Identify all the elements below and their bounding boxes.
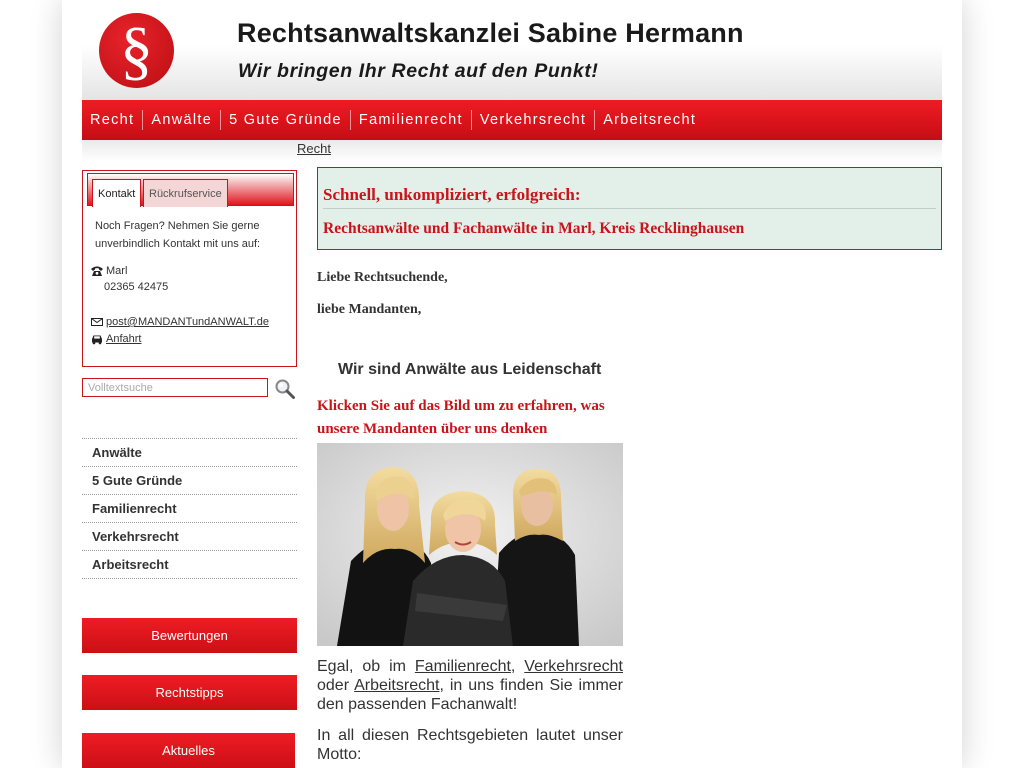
search-button[interactable]: [274, 378, 296, 400]
greeting-line-1: Liebe Rechtsuchende,: [317, 270, 448, 285]
breadcrumb[interactable]: Recht: [297, 141, 331, 156]
photo-click-hint: Klicken Sie auf das Bild um zu erfahren,…: [317, 398, 605, 437]
nav-item-familienrecht[interactable]: Familienrecht: [351, 110, 472, 130]
logo-glyph: §: [120, 14, 153, 87]
verkehrsrecht-link[interactable]: Verkehrsrecht: [524, 658, 623, 675]
reviews-button[interactable]: Bewertungen: [82, 618, 297, 653]
paragraph-logo[interactable]: §: [99, 13, 174, 88]
mail-icon: [90, 316, 104, 328]
site-title: Rechtsanwaltskanzlei Sabine Hermann: [237, 18, 744, 48]
hero-divider: [323, 208, 936, 209]
main-navigation: Recht Anwälte 5 Gute Gründe Familienrech…: [82, 100, 942, 140]
contact-email-row: post@MANDANTundANWALT.de: [90, 316, 269, 328]
intro-paragraph: Egal, ob im Familienrecht, Verkehrsrecht…: [317, 657, 623, 714]
familienrecht-link[interactable]: Familienrecht: [415, 658, 511, 675]
intro-text-part: ,: [510, 658, 525, 675]
nav-item-gute-gruende[interactable]: 5 Gute Gründe: [221, 110, 351, 130]
contact-directions-row: Anfahrt: [90, 333, 141, 345]
news-button[interactable]: Aktuelles: [82, 733, 295, 768]
hero-subtitle: Rechtsanwälte und Fachanwälte in Marl, K…: [323, 220, 745, 237]
sidebar-item-verkehrsrecht[interactable]: Verkehrsrecht: [82, 522, 297, 550]
section-heading: Wir sind Anwälte aus Leidenschaft: [338, 361, 602, 378]
nav-item-arbeitsrecht[interactable]: Arbeitsrecht: [595, 110, 704, 130]
hero-title: Schnell, unkompliziert, erfolgreich:: [323, 185, 581, 204]
phone-icon: [90, 265, 104, 277]
site-header: § Rechtsanwaltskanzlei Sabine Hermann Wi…: [82, 0, 942, 100]
legal-tips-button[interactable]: Rechtstipps: [82, 675, 297, 710]
intro-text-part: Egal, ob im: [317, 658, 415, 675]
motto-paragraph: In all diesen Rechtsgebieten lautet unse…: [317, 727, 623, 763]
search-icon: [275, 379, 295, 399]
sub-navigation-bar: [82, 140, 942, 162]
sidebar-item-familienrecht[interactable]: Familienrecht: [82, 494, 297, 522]
nav-item-verkehrsrecht[interactable]: Verkehrsrecht: [472, 110, 596, 130]
contact-city: Marl: [106, 265, 128, 277]
side-navigation: Anwälte 5 Gute Gründe Familienrecht Verk…: [82, 438, 297, 579]
sidebar-item-gute-gruende[interactable]: 5 Gute Gründe: [82, 466, 297, 494]
contact-phone-city-row: Marl: [90, 265, 127, 277]
arbeitsrecht-link[interactable]: Arbeitsrecht: [354, 677, 439, 694]
intro-text-part: oder: [317, 677, 355, 694]
tab-kontakt[interactable]: Kontakt: [92, 179, 142, 207]
contact-tabs: Kontakt Rückrufservice: [87, 173, 294, 207]
site-slogan: Wir bringen Ihr Recht auf den Punkt!: [238, 60, 599, 82]
contact-widget: Kontakt Rückrufservice Noch Fragen? Nehm…: [82, 170, 297, 367]
sidebar-item-arbeitsrecht[interactable]: Arbeitsrecht: [82, 550, 297, 579]
contact-phone-number: 02365 42475: [104, 281, 169, 293]
nav-item-anwaelte[interactable]: Anwälte: [143, 110, 222, 130]
search-input[interactable]: [82, 378, 268, 397]
contact-intro: Noch Fragen? Nehmen Sie gerne unverbindl…: [95, 220, 261, 250]
hero-banner: Schnell, unkompliziert, erfolgreich: Rec…: [317, 167, 942, 250]
sidebar-item-anwaelte[interactable]: Anwälte: [82, 438, 297, 466]
team-photo[interactable]: [317, 443, 623, 646]
tab-rueckrufservice[interactable]: Rückrufservice: [143, 179, 228, 207]
directions-link[interactable]: Anfahrt: [106, 333, 141, 345]
greeting-line-2: liebe Mandanten,: [317, 302, 422, 317]
contact-email-link[interactable]: post@MANDANTundANWALT.de: [106, 316, 269, 328]
car-icon: [90, 333, 104, 345]
nav-item-recht[interactable]: Recht: [82, 110, 144, 130]
